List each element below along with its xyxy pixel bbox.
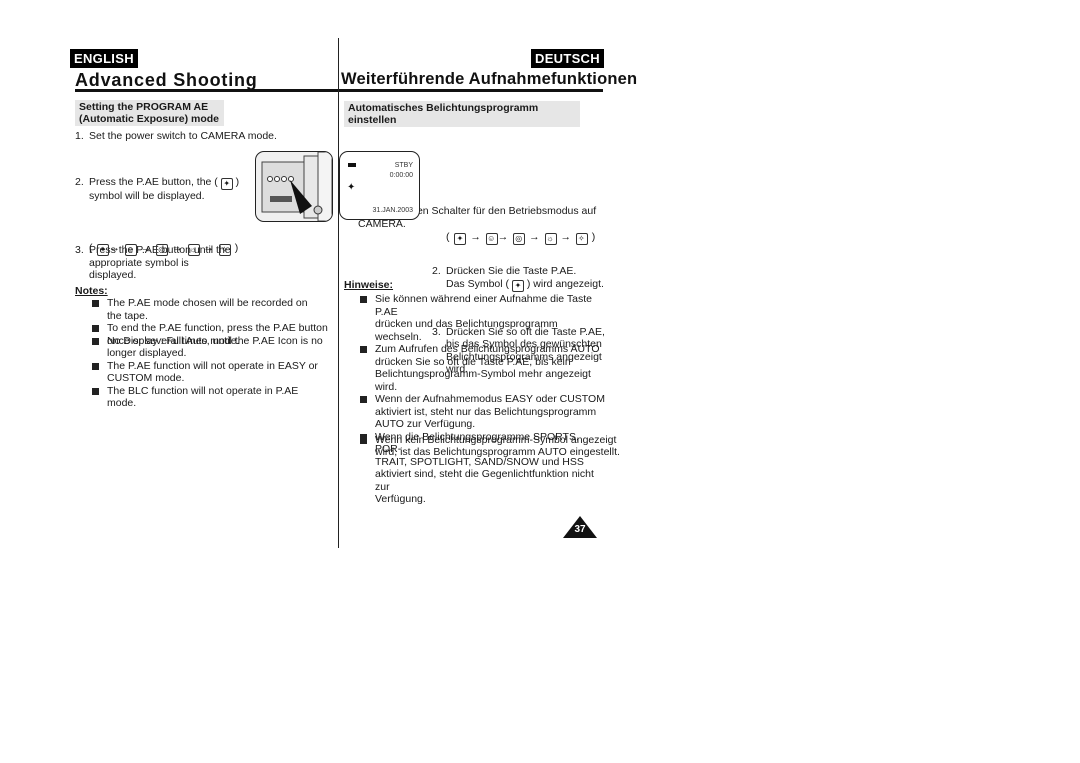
note-item: Zum Aufrufen des Belichtungsprogramms AU… — [357, 343, 607, 393]
mode-sequence: ( ✦ → ☺ → ◎ → ☼ → ✧ ) — [89, 242, 240, 256]
sports-icon: ✦ — [511, 279, 524, 292]
page-title-english: Advanced Shooting — [75, 70, 258, 90]
step-1: 1. Set the power switch to CAMERA mode. — [75, 130, 277, 142]
battery-icon — [348, 163, 356, 167]
notes-list-deutsch: Sie können während einer Aufnahme die Ta… — [357, 293, 607, 506]
sports-icon: ✦ — [220, 177, 233, 190]
section-title-line: Setting the PROGRAM AE — [79, 101, 209, 113]
portrait-icon: ☺ — [124, 244, 137, 256]
notes-heading-english: Notes: — [75, 285, 108, 297]
note-item: Wenn die Belichtungsprogramme SPORTS, PO… — [357, 431, 607, 506]
deutsch-label: DEUTSCH — [531, 49, 604, 68]
hss-icon: ✧ — [575, 233, 588, 245]
header-rule — [75, 89, 603, 92]
page-number: 37 — [574, 524, 586, 535]
notes-list-english: The P.AE mode chosen will be recorded on… — [89, 297, 329, 410]
section-title-english: Setting the PROGRAM AE (Automatic Exposu… — [75, 100, 224, 126]
sports-icon: ✦ — [454, 233, 467, 245]
lcd-date: 31.JAN.2003 — [372, 207, 413, 214]
portrait-icon: ☺ — [485, 233, 498, 245]
hss-icon: ✧ — [218, 244, 231, 256]
note-item: The P.AE function will not operate in EA… — [89, 360, 329, 385]
schritt-2: 2. Drücken Sie die Taste P.AE. Das Symbo… — [432, 265, 604, 292]
english-label: ENGLISH — [70, 49, 138, 68]
camcorder-illustration — [255, 151, 333, 222]
section-title-deutsch: Automatisches Belichtungsprogramm einste… — [344, 101, 580, 127]
sand-snow-icon: ☼ — [187, 244, 200, 256]
note-item: Wenn der Aufnahmemodus EASY oder CUSTOM a… — [357, 393, 607, 431]
lcd-display-illustration: STBY 0:00:00 ✦ 31.JAN.2003 — [339, 151, 420, 220]
section-title-line: (Automatic Exposure) mode — [79, 113, 220, 125]
sports-icon: ✦ — [347, 182, 356, 193]
page-title-deutsch: Weiterführende Aufnahmefunktionen — [341, 70, 638, 88]
sand-snow-icon: ☼ — [544, 233, 557, 245]
spotlight-icon: ◎ — [513, 233, 526, 245]
lcd-status: STBY — [394, 162, 413, 169]
lcd-timecode: 0:00:00 — [389, 172, 413, 179]
sports-icon: ✦ — [97, 244, 110, 256]
note-item: To end the P.AE function, press the P.AE… — [89, 322, 329, 360]
spotlight-icon: ◎ — [156, 244, 169, 256]
note-item: Sie können während einer Aufnahme die Ta… — [357, 293, 607, 343]
column-divider — [338, 38, 339, 548]
step-2: 2. Press the P.AE button, the ( ✦ ) symb… — [75, 175, 240, 202]
note-item: The P.AE mode chosen will be recorded on… — [89, 297, 329, 322]
mode-sequence-deutsch: ( ✦ → ☺→ ◎ → ☼ → ✧ ) — [446, 231, 597, 245]
notes-heading-deutsch: Hinweise: — [344, 279, 394, 291]
note-item: The BLC function will not operate in P.A… — [89, 385, 329, 410]
